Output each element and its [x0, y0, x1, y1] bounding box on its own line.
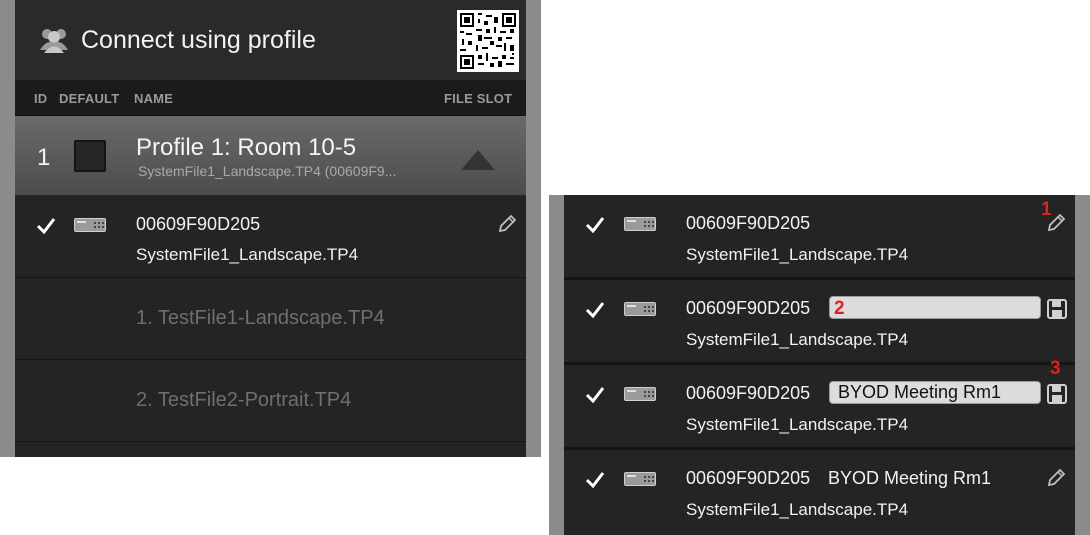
- col-file-slot: FILE SLOT: [444, 91, 513, 106]
- checkmark-icon: [585, 387, 605, 404]
- file-slot-label: 1. TestFile1-Landscape.TP4: [136, 307, 385, 329]
- edit-steps-screen: 00609F90D205 SystemFile1_Landscape.TP4 1…: [564, 195, 1075, 535]
- col-name: NAME: [134, 91, 174, 106]
- device-file: SystemFile1_Landscape.TP4: [136, 245, 359, 264]
- triangle-up-icon[interactable]: [461, 150, 495, 170]
- checkmark-icon: [585, 302, 605, 319]
- pencil-icon[interactable]: [1046, 213, 1066, 233]
- pencil-icon[interactable]: [1046, 468, 1066, 488]
- device-mac: 00609F90D205: [686, 213, 811, 233]
- device-row[interactable]: 00609F90D205 BYOD Meeting Rm1 SystemFile…: [564, 450, 1075, 535]
- column-header: ID DEFAULT NAME FILE SLOT: [15, 80, 526, 116]
- device-icon: [624, 302, 656, 316]
- profile-name: Profile 1: Room 10-5: [136, 134, 357, 161]
- device-icon: [624, 472, 656, 486]
- step-marker: 2: [834, 298, 845, 319]
- file-slot-row[interactable]: 2. TestFile2-Portrait.TP4: [15, 360, 526, 442]
- device-row[interactable]: 00609F90D205 SystemFile1_Landscape.TP4: [15, 196, 526, 278]
- device-file: SystemFile1_Landscape.TP4: [686, 500, 909, 519]
- device-icon: [624, 387, 656, 401]
- device-icon: [624, 217, 656, 231]
- file-slot-label: 2. TestFile2-Portrait.TP4: [136, 389, 352, 411]
- device-name-input[interactable]: [829, 296, 1041, 319]
- device-row[interactable]: 00609F90D205 BYOD Meeting Rm1 3 SystemFi…: [564, 358, 1075, 447]
- device-name: BYOD Meeting Rm1: [828, 468, 992, 488]
- device-mac: 00609F90D205: [136, 214, 261, 234]
- device-name-input[interactable]: BYOD Meeting Rm1: [829, 381, 1041, 404]
- device-mac: 00609F90D205: [686, 383, 811, 403]
- checkmark-icon: [585, 217, 605, 234]
- device-file: SystemFile1_Landscape.TP4: [686, 415, 909, 434]
- save-icon[interactable]: [1047, 384, 1067, 404]
- default-checkbox[interactable]: [74, 140, 106, 172]
- device-icon: [74, 218, 106, 232]
- profile-row[interactable]: 1 Profile 1: Room 10-5 SystemFile1_Lands…: [15, 116, 526, 196]
- right-panel-frame: 00609F90D205 SystemFile1_Landscape.TP4 1…: [549, 195, 1090, 535]
- file-slot-row[interactable]: 1. TestFile1-Landscape.TP4: [15, 278, 526, 360]
- profile-screen: Connect using profile ID DEFAULT NAME FI…: [15, 0, 526, 457]
- device-mac: 00609F90D205: [686, 468, 811, 488]
- device-row[interactable]: 00609F90D205 SystemFile1_Landscape.TP4 1: [564, 195, 1075, 277]
- users-icon: [40, 29, 68, 53]
- device-file: SystemFile1_Landscape.TP4: [686, 245, 909, 264]
- col-id: ID: [34, 91, 48, 106]
- pencil-icon[interactable]: [497, 214, 517, 234]
- qr-code-icon[interactable]: [457, 10, 519, 72]
- checkmark-icon: [585, 472, 605, 489]
- profile-id: 1: [37, 144, 51, 171]
- left-panel-frame: Connect using profile ID DEFAULT NAME FI…: [0, 0, 541, 457]
- col-default: DEFAULT: [59, 91, 120, 106]
- checkmark-icon: [36, 218, 56, 235]
- profile-subtitle: SystemFile1_Landscape.TP4 (00609F9...: [138, 163, 397, 179]
- device-mac: 00609F90D205: [686, 298, 811, 318]
- step-marker: 3: [1050, 358, 1061, 379]
- device-file: SystemFile1_Landscape.TP4: [686, 330, 909, 349]
- page-title: Connect using profile: [81, 26, 316, 54]
- save-icon[interactable]: [1047, 299, 1067, 319]
- header-bar: Connect using profile: [15, 0, 526, 80]
- device-row[interactable]: 00609F90D205 2 SystemFile1_Landscape.TP4: [564, 280, 1075, 362]
